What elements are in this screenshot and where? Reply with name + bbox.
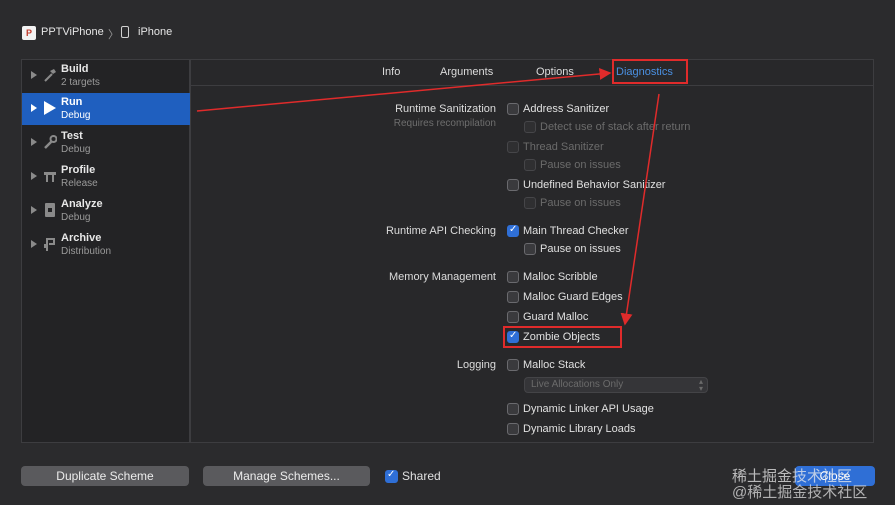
- shared-checkbox[interactable]: [385, 469, 398, 483]
- duplicate-scheme-button[interactable]: Duplicate Scheme: [21, 466, 189, 486]
- annotation-arrows: [196, 67, 660, 326]
- manage-schemes-button[interactable]: Manage Schemes...: [203, 466, 370, 486]
- shared-label: Shared: [402, 469, 441, 483]
- watermark-handle: @稀土掘金技术社区: [732, 484, 868, 501]
- arrow-run-to-diagnostics: [196, 67, 612, 112]
- arrow-diagnostics-to-zombie: [620, 93, 660, 326]
